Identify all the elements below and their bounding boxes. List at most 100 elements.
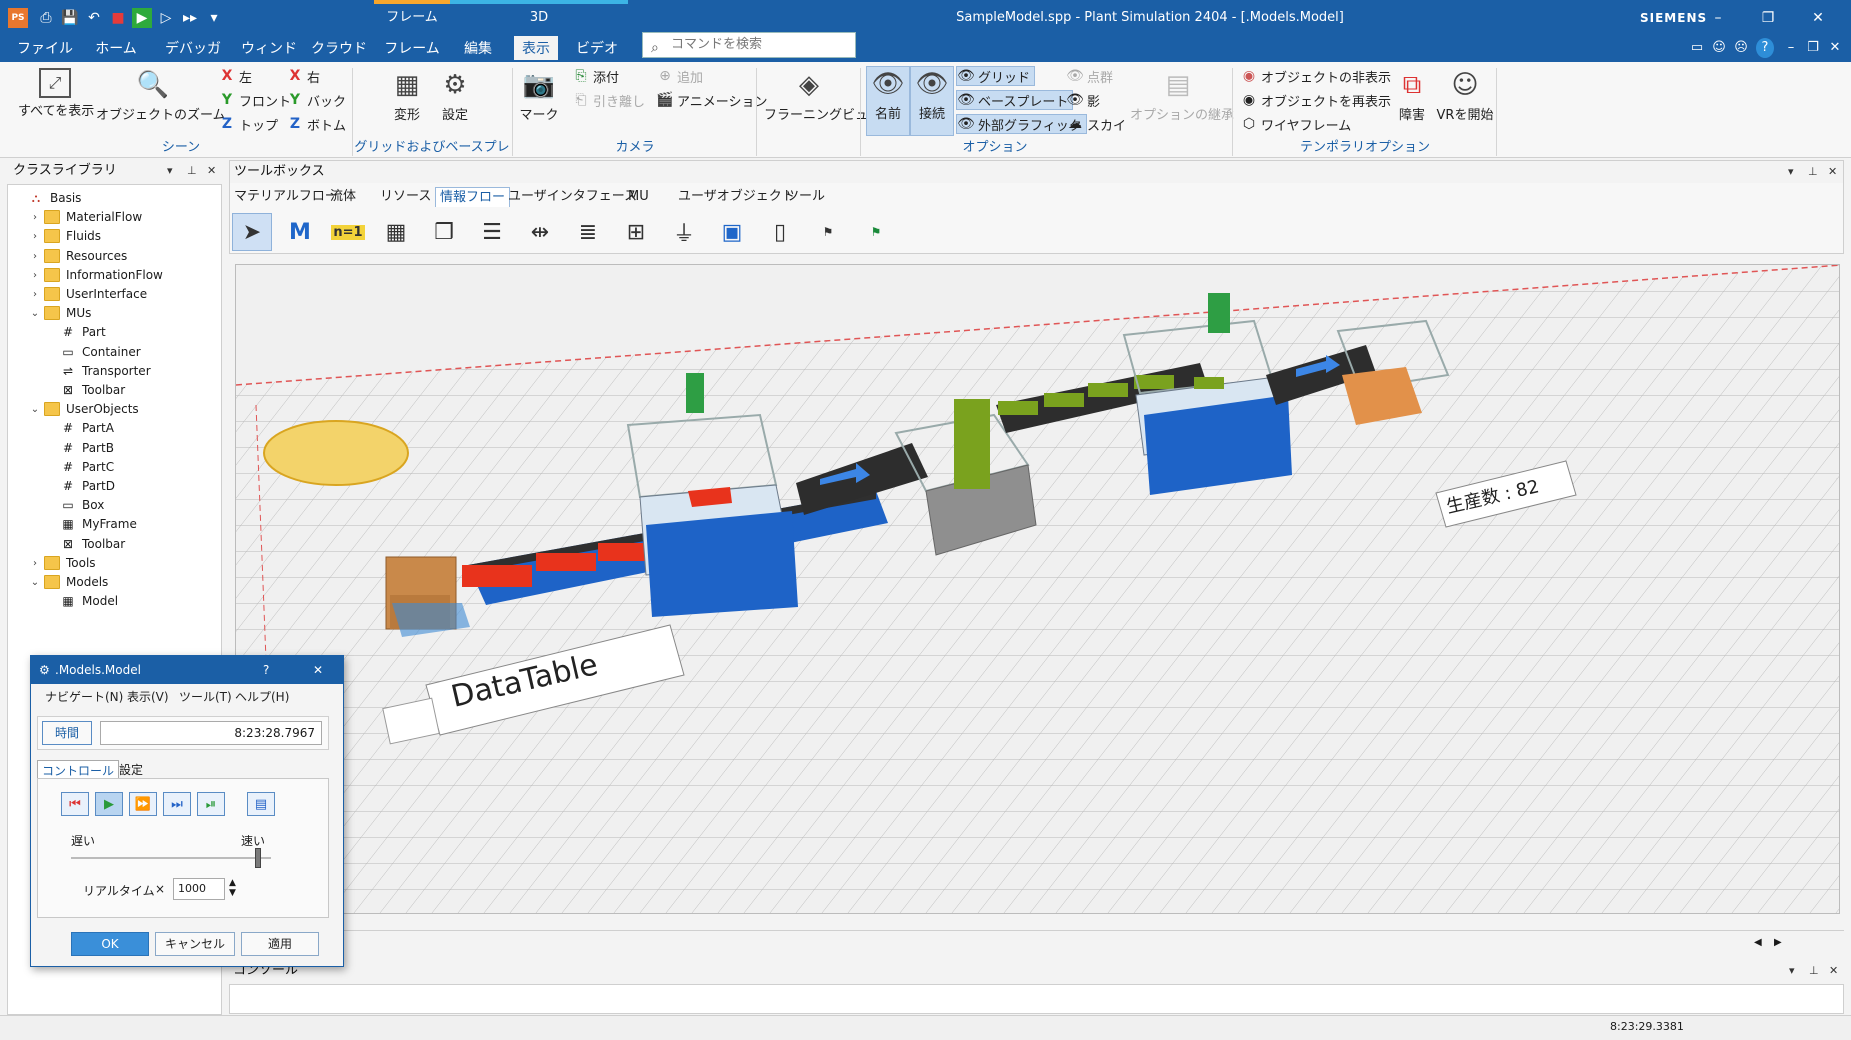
menu-help[interactable]: ヘルプ(H) — [235, 688, 289, 705]
toolbox-tab-userobjects[interactable]: ユーザオブジェクト — [678, 187, 795, 207]
dialog-help-icon[interactable]: ? — [263, 656, 269, 684]
start-vr-button[interactable]: ☺ VRを開始 — [1434, 68, 1496, 123]
interface-icon[interactable]: ⇹ — [520, 213, 560, 251]
table-icon[interactable]: ▦ — [376, 213, 416, 251]
tab-frame[interactable]: フレーム — [380, 36, 444, 62]
ok-button[interactable]: OK — [71, 932, 149, 956]
variable-icon[interactable]: n=1 — [328, 213, 368, 251]
start-button[interactable]: ▶ — [95, 792, 123, 816]
show-all-button[interactable]: ⤢ すべてを表示 — [18, 68, 94, 119]
realtime-input[interactable]: 1000 — [173, 878, 225, 900]
list-icon[interactable]: ≣ — [568, 213, 608, 251]
tab-control[interactable]: コントロール — [37, 760, 120, 780]
tab-window[interactable]: ウィンドウ — [236, 36, 302, 83]
console-panel[interactable] — [229, 984, 1844, 1014]
smiley-icon[interactable]: ☺ — [1710, 38, 1728, 58]
view-right-button[interactable]: X右 — [286, 66, 320, 86]
undo-icon[interactable]: ↶ — [84, 8, 104, 28]
file-link-icon[interactable]: ▯ — [760, 213, 800, 251]
view-back-button[interactable]: Y バック — [286, 90, 346, 110]
shadow-toggle[interactable]: 👁 影 — [1066, 90, 1100, 110]
fast-forward-icon[interactable]: ▸▸ — [180, 8, 200, 28]
show-name-button[interactable]: 👁 名前 — [866, 66, 910, 136]
expand-chevron-icon[interactable]: ⌄ — [30, 573, 40, 592]
dialog-title-bar[interactable]: ⚙ .Models.Model ? ✕ — [31, 656, 343, 684]
tab-view[interactable]: 表示 — [514, 36, 558, 62]
toolbox-tab-tools[interactable]: ツール — [786, 187, 825, 207]
queue-icon[interactable]: ☰ — [472, 213, 512, 251]
tab-cloud[interactable]: クラウド — [310, 36, 368, 62]
doc-minimize-icon[interactable]: – — [1782, 38, 1800, 58]
stack-icon[interactable]: ❒ — [424, 213, 464, 251]
doc-close-icon[interactable]: ✕ — [1826, 38, 1844, 58]
chart-icon[interactable]: ⊞ — [616, 213, 656, 251]
toolbox-tab-fluids[interactable]: 流体 — [330, 187, 356, 207]
dialog-close-icon[interactable]: ✕ — [313, 656, 323, 684]
toolbox-tab-materialflow[interactable]: マテリアルフロー — [234, 187, 338, 207]
menu-tools[interactable]: ツール(T) — [179, 688, 232, 705]
panel-close-icon[interactable]: ✕ — [207, 160, 216, 182]
cancel-button[interactable]: キャンセル — [155, 932, 235, 956]
speed-slider-track[interactable] — [71, 857, 271, 859]
expand-chevron-icon[interactable]: › — [30, 285, 40, 304]
app-logo-icon[interactable]: PS — [8, 8, 28, 28]
fault-button[interactable]: ⧉ 障害 — [1390, 68, 1434, 124]
reset-button[interactable]: ⏮ — [61, 792, 89, 816]
minimize-button[interactable]: – — [1695, 0, 1741, 36]
tab-file[interactable]: ファイル — [16, 36, 74, 62]
add-camera-button[interactable]: ⊕ 追加 — [656, 66, 703, 86]
view-top-button[interactable]: Z トップ — [218, 114, 278, 134]
window-close-button[interactable]: ✕ — [1795, 0, 1841, 36]
animation-button[interactable]: 🎬 アニメーション — [656, 90, 767, 110]
menu-view[interactable]: 表示(V) — [127, 688, 169, 705]
detach-button[interactable]: ⎗ 引き離し — [572, 90, 645, 110]
3d-viewport[interactable]: DataTable 生産数 : 82 — [235, 264, 1840, 914]
toolbox-tab-infoflow[interactable]: 情報フロー — [435, 187, 511, 207]
minimize-ribbon-icon[interactable]: ▭ — [1688, 38, 1706, 58]
step-icon[interactable]: ▷ — [156, 8, 176, 28]
tab-settings[interactable]: 設定 — [119, 761, 143, 778]
xml-pts-icon[interactable]: ⚑ — [856, 213, 896, 251]
customize-qa-icon[interactable]: ▾ — [204, 8, 224, 28]
view-front-button[interactable]: Y フロント — [218, 90, 291, 110]
fast-button[interactable]: ⏩ — [129, 792, 157, 816]
scroll-right-icon[interactable]: ▶ — [1774, 937, 1782, 948]
realtime-spinner-icon[interactable]: ▲ ▼ — [229, 878, 236, 898]
start-icon[interactable]: ▶ — [132, 8, 152, 28]
context-tab-3d[interactable]: 3D — [450, 0, 628, 36]
matrix-icon[interactable]: ▣ — [712, 213, 752, 251]
expand-chevron-icon[interactable]: › — [30, 247, 40, 266]
attach-button[interactable]: ⎘ 添付 — [572, 66, 619, 86]
grid-toggle[interactable]: 👁 グリッド — [956, 66, 1036, 86]
expand-chevron-icon[interactable]: ⌄ — [30, 304, 40, 323]
step-button[interactable]: ⏭ — [163, 792, 191, 816]
time-button[interactable]: 時間 — [42, 721, 92, 745]
reshow-objects-button[interactable]: ◉ オブジェクトを再表示 — [1240, 90, 1391, 110]
pin-icon[interactable]: ⊥ — [1808, 161, 1818, 183]
tab-edit[interactable]: 編集 — [456, 36, 500, 62]
turntable[interactable] — [263, 420, 409, 486]
pin-icon[interactable]: ⊥ — [187, 160, 197, 182]
toolbox-tab-resources[interactable]: リソース — [380, 187, 431, 207]
stop-at-button[interactable]: ⏯ — [197, 792, 225, 816]
expand-chevron-icon[interactable]: › — [30, 208, 40, 227]
save-icon[interactable]: 💾 — [60, 8, 80, 28]
tab-home[interactable]: ホーム — [90, 36, 142, 62]
method-icon[interactable]: M — [280, 213, 320, 251]
apply-button[interactable]: 適用 — [241, 932, 319, 956]
generator-icon[interactable]: ⏚ — [664, 213, 704, 251]
grid-settings-button[interactable]: ⚙ 設定 — [432, 68, 478, 123]
command-search-input[interactable]: ⌕ コマンドを検索 — [642, 32, 856, 58]
expand-chevron-icon[interactable]: › — [30, 266, 40, 285]
doc-restore-icon[interactable]: ❐ — [1804, 38, 1822, 58]
dropdown-icon[interactable]: ▾ — [167, 160, 173, 182]
mark-button[interactable]: 📷 マーク — [516, 68, 562, 123]
help-icon[interactable]: ? — [1756, 38, 1774, 58]
transform-button[interactable]: ▦ 変形 — [384, 68, 430, 123]
toolbox-tab-ui[interactable]: ユーザインタフェース — [508, 187, 637, 207]
panel-close-icon[interactable]: ✕ — [1829, 960, 1838, 982]
print-icon[interactable]: ⎙ — [36, 8, 56, 28]
inherit-options-button[interactable]: ▤ オプションの継承 — [1130, 68, 1234, 123]
hide-objects-button[interactable]: ◉ オブジェクトの非表示 — [1240, 66, 1391, 86]
pointer-icon[interactable]: ➤ — [232, 213, 272, 251]
